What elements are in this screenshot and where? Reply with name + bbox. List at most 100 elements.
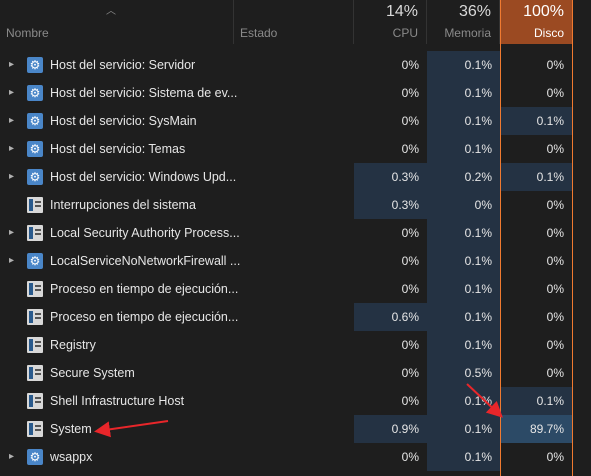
disk-value: 0% xyxy=(500,247,573,275)
table-row[interactable]: Interrupciones del sistema 0.3% 0% 0% xyxy=(0,191,591,219)
disk-value: 0% xyxy=(500,443,573,471)
table-row[interactable]: Secure System 0% 0.5% 0% xyxy=(0,359,591,387)
disk-value: 0% xyxy=(500,303,573,331)
process-name: LocalServiceNoNetworkFirewall ... xyxy=(50,254,241,268)
table-row[interactable]: Shell Infrastructure Host 0% 0.1% 0.1% xyxy=(0,387,591,415)
column-header-disk[interactable]: 100% Disco xyxy=(500,0,573,44)
gear-icon: ⚙ xyxy=(27,449,43,465)
process-name: Local Security Authority Process... xyxy=(50,226,240,240)
cpu-value: 0% xyxy=(401,86,419,100)
table-row[interactable]: ▸ ⚙ Host del servicio: Servidor 0% 0.1% 0% xyxy=(0,51,591,79)
cpu-value: 0% xyxy=(401,142,419,156)
cpu-value: 0.3% xyxy=(354,191,427,219)
disk-value: 0% xyxy=(500,219,573,247)
process-list: ▸ ⚙ Host del servicio: Servidor 0% 0.1% 0% ▸ ⚙ H… xyxy=(0,51,591,471)
memory-value: 0.1% xyxy=(427,331,500,359)
process-name: System xyxy=(50,422,92,436)
cpu-value: 0.9% xyxy=(354,415,427,443)
expand-chevron-icon[interactable]: ▸ xyxy=(9,227,14,238)
disk-column-label: Disco xyxy=(533,26,564,40)
cpu-value: 0% xyxy=(401,338,419,352)
cpu-value: 0% xyxy=(401,254,419,268)
process-name: Secure System xyxy=(50,366,135,380)
process-name: Host del servicio: Windows Upd... xyxy=(50,170,237,184)
disk-value: 89.7% xyxy=(500,415,573,443)
gear-icon: ⚙ xyxy=(27,169,43,185)
column-header-name[interactable]: ︿ Nombre xyxy=(0,0,234,44)
gear-icon: ⚙ xyxy=(27,57,43,73)
memory-value: 0.2% xyxy=(427,163,500,191)
table-row[interactable]: ▸ ⚙ Host del servicio: SysMain 0% 0.1% 0.1% xyxy=(0,107,591,135)
memory-value: 0.1% xyxy=(427,247,500,275)
disk-total-percent: 100% xyxy=(523,3,564,20)
table-row[interactable]: Proceso en tiempo de ejecución... 0% 0.1% 0… xyxy=(0,275,591,303)
disk-value: 0.1% xyxy=(500,107,573,135)
table-row[interactable]: ▸ ⚙ LocalServiceNoNetworkFirewall ... 0% 0.1… xyxy=(0,247,591,275)
memory-column-label: Memoria xyxy=(444,26,491,40)
process-name: Interrupciones del sistema xyxy=(50,198,196,212)
disk-value: 0.1% xyxy=(500,387,573,415)
table-row[interactable]: System 0.9% 0.1% 89.7% xyxy=(0,415,591,443)
gear-icon: ⚙ xyxy=(27,85,43,101)
cpu-value: 0% xyxy=(401,58,419,72)
expand-chevron-icon[interactable]: ▸ xyxy=(9,115,14,126)
gear-icon: ⚙ xyxy=(27,113,43,129)
expand-chevron-icon[interactable]: ▸ xyxy=(9,59,14,70)
expand-chevron-icon[interactable]: ▸ xyxy=(9,255,14,266)
table-row[interactable]: ▸ ⚙ Host del servicio: Temas 0% 0.1% 0% xyxy=(0,135,591,163)
cpu-value: 0% xyxy=(401,450,419,464)
sort-caret-icon: ︿ xyxy=(106,6,116,17)
expand-chevron-icon[interactable]: ▸ xyxy=(9,451,14,462)
memory-value: 0.1% xyxy=(427,275,500,303)
cpu-total-percent: 14% xyxy=(385,3,418,20)
disk-value: 0% xyxy=(500,331,573,359)
table-row[interactable]: ▸ Local Security Authority Process... 0% 0.… xyxy=(0,219,591,247)
name-column-label: Nombre xyxy=(6,26,49,40)
process-name: Registry xyxy=(50,338,96,352)
disk-value: 0% xyxy=(500,275,573,303)
expand-chevron-icon[interactable]: ▸ xyxy=(9,87,14,98)
gear-icon: ⚙ xyxy=(27,141,43,157)
process-name: Shell Infrastructure Host xyxy=(50,394,185,408)
table-row[interactable]: ▸ ⚙ Host del servicio: Sistema de ev... 0% 0… xyxy=(0,79,591,107)
memory-value: 0.1% xyxy=(427,443,500,471)
cpu-value: 0% xyxy=(401,282,419,296)
disk-value: 0% xyxy=(500,79,573,107)
window-icon xyxy=(27,365,43,381)
memory-value: 0.1% xyxy=(427,51,500,79)
memory-value: 0.1% xyxy=(427,219,500,247)
cpu-value: 0% xyxy=(401,226,419,240)
memory-value: 0.1% xyxy=(427,387,500,415)
window-icon xyxy=(27,337,43,353)
memory-value: 0.1% xyxy=(427,303,500,331)
cpu-column-label: CPU xyxy=(392,26,418,40)
expand-chevron-icon[interactable]: ▸ xyxy=(9,143,14,154)
table-row[interactable]: ▸ ⚙ Host del servicio: Windows Upd... 0.3% 0… xyxy=(0,163,591,191)
column-header-estado[interactable]: Estado xyxy=(234,0,354,44)
table-row[interactable]: Registry 0% 0.1% 0% xyxy=(0,331,591,359)
memory-value: 0% xyxy=(427,191,500,219)
memory-value: 0.1% xyxy=(427,415,500,443)
cpu-value: 0% xyxy=(401,366,419,380)
cpu-value: 0.6% xyxy=(354,303,427,331)
column-header-memory[interactable]: 36% Memoria xyxy=(427,0,500,44)
disk-value: 0% xyxy=(500,191,573,219)
expand-chevron-icon[interactable]: ▸ xyxy=(9,171,14,182)
column-header-cpu[interactable]: 14% CPU xyxy=(354,0,427,44)
disk-value: 0.1% xyxy=(500,163,573,191)
disk-value: 0% xyxy=(500,135,573,163)
process-name: Host del servicio: Temas xyxy=(50,142,186,156)
table-row[interactable]: Proceso en tiempo de ejecución... 0.6% 0.1… xyxy=(0,303,591,331)
estado-column-label: Estado xyxy=(240,26,278,40)
table-row[interactable]: ▸ ⚙ wsappx 0% 0.1% 0% xyxy=(0,443,591,471)
cpu-value: 0% xyxy=(401,114,419,128)
window-icon xyxy=(27,309,43,325)
process-name: Host del servicio: Sistema de ev... xyxy=(50,86,238,100)
process-name: Proceso en tiempo de ejecución... xyxy=(50,282,239,296)
column-header: ︿ Nombre Estado 14% CPU 36% Memoria 100%… xyxy=(0,0,591,44)
process-name: Host del servicio: Servidor xyxy=(50,58,196,72)
process-name: Proceso en tiempo de ejecución... xyxy=(50,310,239,324)
memory-value: 0.1% xyxy=(427,79,500,107)
window-icon xyxy=(27,393,43,409)
gear-icon: ⚙ xyxy=(27,253,43,269)
